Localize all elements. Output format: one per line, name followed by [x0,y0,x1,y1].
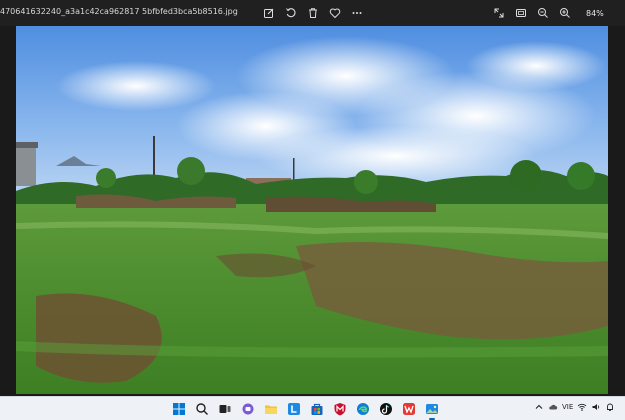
file-name: 470641632240_a3a1c42ca962817 5bfbfed3bca… [0,7,238,16]
title-bar: 470641632240_a3a1c42ca962817 5bfbfed3bca… [0,0,625,26]
image-canvas [0,26,625,396]
tiktok-icon[interactable] [377,400,395,418]
favorite-icon[interactable] [326,4,344,22]
taskbar: VIE [0,396,625,420]
notification-icon[interactable] [605,402,615,412]
task-view-icon[interactable] [216,400,234,418]
fullscreen-icon[interactable] [490,4,508,22]
volume-icon[interactable] [591,402,601,412]
chevron-up-icon[interactable] [534,402,544,412]
zoom-in-icon[interactable] [556,4,574,22]
chat-icon[interactable] [239,400,257,418]
cloud-icon[interactable] [548,402,558,412]
wps-icon[interactable] [400,400,418,418]
start-icon[interactable] [170,400,188,418]
fit-icon[interactable] [512,4,530,22]
photos-app-window: 470641632240_a3a1c42ca962817 5bfbfed3bca… [0,0,625,420]
edit-toolbar [260,4,366,22]
mcafee-icon[interactable] [331,400,349,418]
edge-icon[interactable] [354,400,372,418]
rotate-icon[interactable] [282,4,300,22]
photo-image [16,26,608,394]
zoom-out-icon[interactable] [534,4,552,22]
store-icon[interactable] [308,400,326,418]
wifi-icon[interactable] [577,402,587,412]
file-explorer-icon[interactable] [262,400,280,418]
system-tray: VIE [534,402,615,412]
language-indicator[interactable]: VIE [562,403,573,411]
zoom-level[interactable]: 84% [586,9,604,18]
view-toolbar: 84% [490,4,604,22]
search-icon[interactable] [193,400,211,418]
taskbar-apps [170,400,441,420]
photos-icon[interactable] [423,400,441,420]
delete-icon[interactable] [304,4,322,22]
more-icon[interactable] [348,4,366,22]
l-app-icon[interactable] [285,400,303,418]
edit-icon[interactable] [260,4,278,22]
